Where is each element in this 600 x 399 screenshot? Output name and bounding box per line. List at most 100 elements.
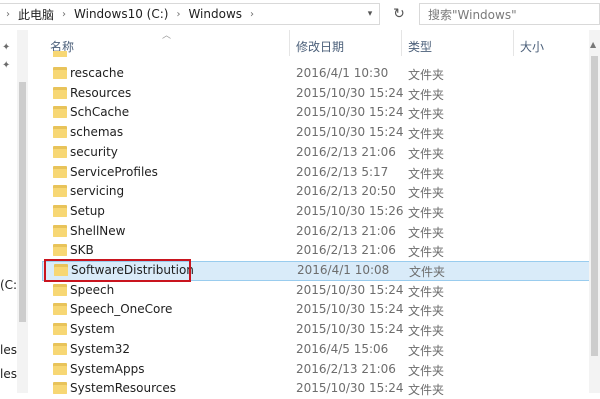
table-row[interactable]: SystemApps 2016/2/13 21:06 文件夹	[30, 360, 550, 380]
vertical-scrollbar-thumb[interactable]	[591, 56, 598, 356]
table-row[interactable]: Speech_OneCore 2015/10/30 15:24 文件夹	[30, 300, 550, 320]
file-name: System	[70, 322, 115, 337]
table-row[interactable]: servicing 2016/2/13 20:50 文件夹	[30, 182, 550, 202]
file-modified-date: 2015/10/30 15:24	[296, 85, 404, 100]
folder-icon	[53, 224, 67, 237]
nav-item-partial[interactable]: les	[0, 343, 17, 357]
nav-scrollbar-thumb[interactable]	[19, 82, 26, 322]
search-placeholder: 搜索"Windows"	[428, 7, 517, 22]
table-row[interactable]: rescache 2016/4/1 10:30 文件夹	[30, 64, 550, 84]
file-modified-date: 2015/10/30 15:24	[296, 105, 404, 120]
address-bar[interactable]: › 此电脑 › Windows10 (C:) › Windows › ▾	[0, 3, 380, 25]
file-name: Speech	[70, 282, 115, 297]
file-modified-date: 2015/10/30 15:24	[296, 322, 404, 337]
address-toolbar: › 此电脑 › Windows10 (C:) › Windows › ▾ ↻ 搜…	[0, 0, 600, 30]
file-type: 文件夹	[408, 284, 445, 299]
folder-icon	[53, 283, 67, 296]
folder-icon	[53, 204, 67, 217]
folder-icon	[53, 126, 67, 139]
file-name: rescache	[70, 66, 124, 80]
partial-row	[30, 51, 550, 57]
pin-icon[interactable]: ✦	[2, 42, 14, 54]
table-row[interactable]: ShellNew 2016/2/13 21:06 文件夹	[30, 222, 550, 242]
breadcrumb-drive[interactable]: Windows10 (C:)	[74, 7, 168, 21]
table-row[interactable]: Resources 2015/10/30 15:24 文件夹	[30, 84, 550, 104]
folder-icon	[53, 86, 67, 99]
breadcrumb-chevron-icon[interactable]: ›	[62, 9, 66, 20]
table-row[interactable]: Setup 2015/10/30 15:26 文件夹	[30, 202, 550, 222]
folder-icon	[53, 51, 67, 57]
folder-icon	[53, 145, 67, 158]
file-modified-date: 2016/2/13 21:06	[296, 243, 396, 258]
breadcrumb-root-chevron-icon[interactable]: ›	[6, 9, 10, 20]
file-name: Setup	[70, 203, 105, 218]
table-row[interactable]: SchCache 2015/10/30 15:24 文件夹	[30, 103, 550, 123]
file-modified-date: 2016/2/13 20:50	[296, 184, 396, 199]
breadcrumb-chevron-icon[interactable]: ›	[176, 9, 180, 20]
table-row[interactable]: security 2016/2/13 21:06 文件夹	[30, 143, 550, 163]
file-name: schemas	[70, 125, 124, 140]
file-type: 文件夹	[408, 363, 445, 378]
folder-icon	[53, 382, 67, 395]
file-modified-date: 2016/2/13 21:06	[296, 361, 396, 376]
search-input[interactable]: 搜索"Windows"	[419, 3, 600, 25]
file-name: Resources	[70, 85, 132, 100]
file-name: SchCache	[70, 105, 130, 120]
file-name: ShellNew	[70, 223, 126, 238]
file-type: 文件夹	[408, 324, 445, 339]
breadcrumb-windows[interactable]: Windows	[188, 7, 242, 21]
refresh-icon[interactable]: ↻	[389, 4, 409, 24]
folder-icon	[53, 362, 67, 375]
table-row[interactable]: schemas 2015/10/30 15:24 文件夹	[30, 123, 550, 143]
table-row[interactable]: Speech 2015/10/30 15:24 文件夹	[30, 281, 550, 301]
file-type: 文件夹	[408, 343, 445, 358]
table-row[interactable]: SystemResources 2015/10/30 15:24 文件夹	[30, 379, 550, 399]
folder-icon	[53, 303, 67, 316]
file-modified-date: 2015/10/30 15:24	[296, 282, 404, 297]
pin-icon[interactable]: ✦	[2, 60, 14, 72]
sort-ascending-icon: ︿	[162, 31, 172, 41]
file-type: 文件夹	[408, 383, 445, 398]
file-modified-date: 2015/10/30 15:24	[296, 125, 404, 140]
nav-item-partial[interactable]: les	[0, 367, 17, 381]
table-row[interactable]: ServiceProfiles 2016/2/13 5:17 文件夹	[30, 163, 550, 183]
file-modified-date: 2016/2/13 21:06	[296, 144, 396, 159]
file-type: 文件夹	[408, 127, 445, 142]
breadcrumb-this-pc[interactable]: 此电脑	[18, 6, 54, 23]
file-name: SystemApps	[70, 361, 145, 376]
file-name: SystemResources	[70, 381, 177, 396]
file-modified-date: 2016/2/13 5:17	[296, 164, 389, 179]
file-modified-date: 2016/2/13 21:06	[296, 223, 396, 238]
nav-item-drive-partial[interactable]: (C:	[0, 278, 17, 292]
address-dropdown-icon[interactable]: ▾	[361, 4, 379, 24]
file-type: 文件夹	[408, 205, 445, 220]
file-modified-date: 2016/4/5 15:06	[296, 341, 389, 356]
file-type: 文件夹	[408, 304, 445, 319]
file-name: System32	[70, 341, 131, 356]
breadcrumb-chevron-icon[interactable]: ›	[250, 9, 254, 20]
folder-icon	[53, 185, 67, 198]
scroll-up-icon[interactable]: ▲	[590, 40, 596, 49]
file-modified-date: 2015/10/30 15:24	[296, 302, 404, 317]
file-type: 文件夹	[408, 186, 445, 201]
file-name: security	[70, 144, 118, 159]
folder-icon	[53, 342, 67, 355]
file-name: ServiceProfiles	[70, 164, 158, 179]
table-row[interactable]: System32 2016/4/5 15:06 文件夹	[30, 340, 550, 360]
file-modified-date: 2016/4/1 10:08	[297, 263, 390, 277]
folder-icon	[53, 244, 67, 257]
file-name: SKB	[70, 243, 94, 258]
file-type: 文件夹	[408, 68, 445, 82]
file-modified-date: 2015/10/30 15:24	[296, 381, 404, 396]
folder-icon	[53, 323, 67, 336]
highlight-annotation-box	[44, 259, 191, 282]
file-type: 文件夹	[408, 166, 445, 181]
file-type: 文件夹	[408, 245, 445, 260]
folder-icon	[53, 67, 67, 79]
file-type: 文件夹	[408, 107, 445, 122]
folder-icon	[53, 106, 67, 119]
file-type: 文件夹	[408, 146, 445, 161]
table-row[interactable]: System 2015/10/30 15:24 文件夹	[30, 320, 550, 340]
file-modified-date: 2015/10/30 15:26	[296, 203, 404, 218]
file-type: 文件夹	[408, 87, 445, 102]
